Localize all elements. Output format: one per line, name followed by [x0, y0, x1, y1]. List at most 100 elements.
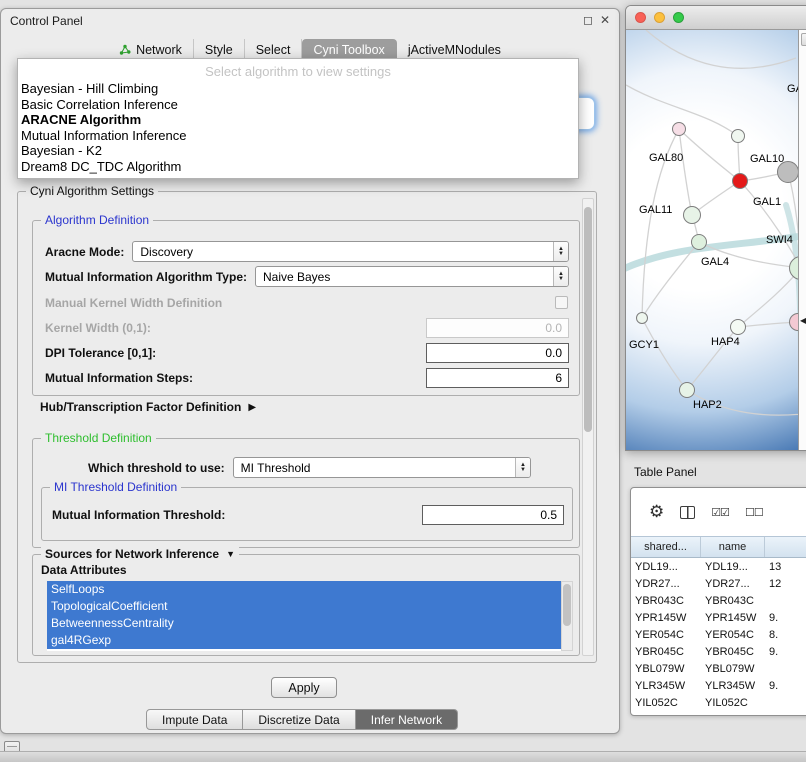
- gear-icon[interactable]: ⚙: [649, 502, 664, 522]
- attribute-betweennesscentrality[interactable]: BetweennessCentrality: [47, 615, 561, 632]
- table-row[interactable]: YER054CYER054C8.: [631, 626, 806, 643]
- cyni-algorithm-settings-group: Cyni Algorithm Settings Algorithm Defini…: [17, 191, 597, 663]
- attributes-list-scrollbar[interactable]: [561, 581, 573, 651]
- table-row[interactable]: YPR145WYPR145W9.: [631, 609, 806, 626]
- close-window-light[interactable]: [635, 12, 646, 23]
- network-node-4[interactable]: [683, 206, 701, 224]
- manual-kernel-checkbox[interactable]: [555, 296, 568, 309]
- network-node-9[interactable]: [679, 382, 695, 398]
- tab-label: Network: [136, 43, 182, 57]
- which-threshold-select[interactable]: MI Threshold ▲▼: [233, 457, 531, 478]
- column-header-name[interactable]: name: [701, 537, 765, 557]
- table-cell: YDR27...: [701, 575, 765, 592]
- tab-label: Cyni Toolbox: [313, 43, 384, 57]
- scrollbar-button[interactable]: [801, 33, 806, 46]
- control-panel-title: Control Panel: [10, 14, 83, 28]
- deselect-all-icon[interactable]: ☐☐: [745, 506, 763, 519]
- table-row[interactable]: YBL079WYBL079W: [631, 660, 806, 677]
- kernel-width-row: Kernel Width (0,1): 0.0: [45, 317, 569, 338]
- mi-steps-row: Mutual Information Steps: 6: [45, 367, 569, 388]
- algorithm-option-basic-correlation-inference[interactable]: Basic Correlation Inference: [18, 97, 578, 113]
- aracne-mode-value: Discovery: [133, 245, 553, 259]
- manual-kernel-row: Manual Kernel Width Definition: [45, 292, 569, 313]
- network-node-0[interactable]: [672, 122, 686, 136]
- apply-button[interactable]: Apply: [271, 677, 337, 698]
- attributes-scrollbar-thumb[interactable]: [563, 584, 571, 626]
- manual-kernel-label: Manual Kernel Width Definition: [45, 296, 222, 310]
- data-attributes-list[interactable]: SelfLoopsTopologicalCoefficientBetweenne…: [47, 581, 561, 651]
- float-window-icon[interactable]: ◻: [583, 13, 593, 27]
- expanded-arrow-icon[interactable]: ▼: [226, 549, 235, 559]
- zoom-window-light[interactable]: [673, 12, 684, 23]
- mi-threshold-row: Mutual Information Threshold: 0.5: [52, 504, 564, 525]
- collapsed-arrow-icon[interactable]: ▶: [248, 402, 256, 413]
- attribute-gal4rgexp[interactable]: gal4RGexp: [47, 632, 561, 649]
- aracne-mode-label: Aracne Mode:: [45, 245, 124, 259]
- close-panel-icon[interactable]: ✕: [600, 13, 610, 27]
- table-row[interactable]: YLR345WYLR345W9.: [631, 677, 806, 694]
- table-cell: YBR045C: [631, 643, 701, 660]
- network-node-2[interactable]: [732, 173, 748, 189]
- bottom-tab-bar: Impute DataDiscretize DataInfer Network: [146, 709, 458, 730]
- table-row[interactable]: YBR043CYBR043C: [631, 592, 806, 609]
- mi-type-row: Mutual Information Algorithm Type: Naive…: [45, 266, 569, 287]
- network-node-10[interactable]: [636, 312, 648, 324]
- threshold-definition-group: Threshold Definition Which threshold to …: [32, 438, 580, 548]
- table-row[interactable]: YBR045CYBR045C9.: [631, 643, 806, 660]
- hub-transcription-factor-toggle[interactable]: Hub/Transcription Factor Definition ▶: [40, 400, 256, 414]
- attribute-topologicalcoefficient[interactable]: TopologicalCoefficient: [47, 598, 561, 615]
- column-header-blank[interactable]: [765, 537, 806, 557]
- table-row[interactable]: YDR27...YDR27...12: [631, 575, 806, 592]
- bottom-tab-infer-network[interactable]: Infer Network: [356, 709, 458, 730]
- sources-title[interactable]: Sources for Network Inference ▼: [41, 547, 239, 561]
- table-cell: YDL19...: [631, 558, 701, 575]
- combo-stepper-icon: ▲▼: [553, 242, 568, 261]
- network-node-5[interactable]: [691, 234, 707, 250]
- node-label-gal11: GAL11: [639, 204, 672, 216]
- control-panel-titlebar[interactable]: Control Panel ◻ ✕: [1, 9, 619, 33]
- node-label-gal4: GAL4: [701, 256, 729, 268]
- network-node-7[interactable]: [730, 319, 746, 335]
- collapse-arrow-icon[interactable]: ◀: [800, 316, 806, 325]
- table-row[interactable]: YDL19...YDL19...13: [631, 558, 806, 575]
- algorithm-option-bayesian-k2[interactable]: Bayesian - K2: [18, 143, 578, 159]
- select-all-icon[interactable]: ☑☑: [711, 506, 729, 519]
- table-cell: YBR045C: [701, 643, 765, 660]
- mi-steps-field[interactable]: 6: [426, 368, 569, 388]
- aracne-mode-select[interactable]: Discovery ▲▼: [132, 241, 569, 262]
- bottom-tab-impute-data[interactable]: Impute Data: [146, 709, 243, 730]
- mi-threshold-field[interactable]: 0.5: [422, 505, 564, 525]
- data-attributes-label: Data Attributes: [41, 563, 127, 577]
- network-vertical-scrollbar[interactable]: ◀: [798, 30, 806, 450]
- combo-down-icon: ▼: [558, 252, 564, 257]
- table-row[interactable]: YIL052CYIL052C: [631, 694, 806, 711]
- algorithm-options-list: Bayesian - Hill ClimbingBasic Correlatio…: [18, 81, 578, 174]
- table-cell: YDL19...: [701, 558, 765, 575]
- network-icon: [119, 44, 131, 56]
- network-node-6[interactable]: [789, 256, 798, 280]
- kernel-width-field[interactable]: 0.0: [426, 318, 569, 338]
- algorithm-option-aracne-algorithm[interactable]: ARACNE Algorithm: [18, 112, 578, 128]
- columns-icon[interactable]: [680, 506, 695, 519]
- attribute-selfloops[interactable]: SelfLoops: [47, 581, 561, 598]
- column-header-shared[interactable]: shared...: [631, 537, 701, 557]
- minimize-window-light[interactable]: [654, 12, 665, 23]
- dpi-tolerance-field[interactable]: 0.0: [426, 343, 569, 363]
- bottom-tab-discretize-data[interactable]: Discretize Data: [243, 709, 355, 730]
- settings-group-title: Cyni Algorithm Settings: [26, 184, 158, 198]
- table-body: YDL19...YDL19...13YDR27...YDR27...12YBR0…: [631, 558, 806, 711]
- combo-down-icon: ▼: [520, 468, 526, 473]
- mi-type-select[interactable]: Naive Bayes ▲▼: [255, 266, 569, 287]
- table-cell: YLR345W: [631, 677, 701, 694]
- network-canvas[interactable]: GAL80GAL10GAL11GAL1SWI4GAL4GCY1HAP4HAP2G…: [626, 30, 798, 450]
- network-node-1[interactable]: [731, 129, 745, 143]
- settings-scrollbar[interactable]: [582, 198, 594, 656]
- algorithm-option-dream8-dc-tdc-algorithm[interactable]: Dream8 DC_TDC Algorithm: [18, 159, 578, 175]
- algorithm-option-bayesian-hill-climbing[interactable]: Bayesian - Hill Climbing: [18, 81, 578, 97]
- network-node-8[interactable]: [789, 313, 798, 331]
- aracne-mode-row: Aracne Mode: Discovery ▲▼: [45, 241, 569, 262]
- algorithm-option-mutual-information-inference[interactable]: Mutual Information Inference: [18, 128, 578, 144]
- network-window-titlebar[interactable]: [626, 6, 806, 30]
- tab-label: Style: [205, 43, 233, 57]
- settings-scrollbar-thumb[interactable]: [584, 207, 592, 432]
